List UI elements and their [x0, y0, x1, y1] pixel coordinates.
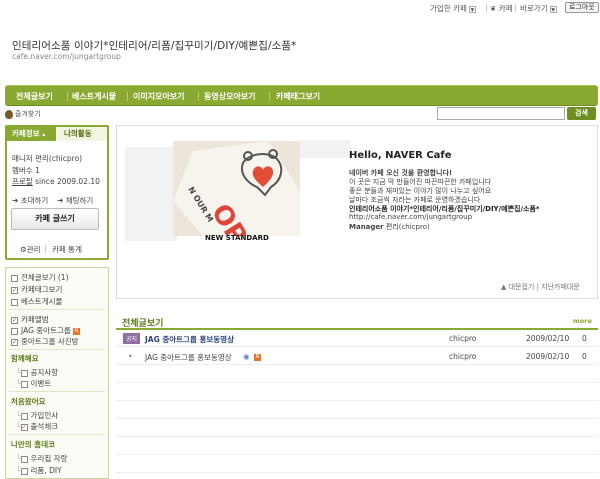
- banner-shadow: [125, 147, 177, 241]
- chat-link[interactable]: ➜ 채팅하기: [57, 195, 93, 206]
- bullet-icon: •: [128, 352, 133, 361]
- photo-icon: ✓: [11, 338, 18, 346]
- cafe-home-link[interactable]: ❦ 카페: [490, 3, 513, 14]
- menu-group-homedeco: 나만의 홈데코: [11, 440, 56, 449]
- menu-reform[interactable]: └ 리폼, DIY: [16, 465, 62, 476]
- album-icon: ✓: [11, 316, 18, 324]
- post-author[interactable]: chicpro: [449, 352, 476, 361]
- stats-link[interactable]: 카페 통계: [52, 244, 82, 255]
- welcome-manager: Manager 편리(chicpro): [349, 223, 430, 231]
- menu-group-together: 함께해요: [11, 354, 39, 363]
- tab-my-activity[interactable]: 나의활동: [57, 127, 107, 141]
- manager-info: 매니저 편리(chicpro): [12, 154, 83, 163]
- menu-album[interactable]: ✓ 카페앨범: [11, 314, 49, 325]
- post-title[interactable]: JAG 중아트그룹 홍보동영상: [145, 334, 234, 345]
- arrow-icon: ➜: [12, 196, 19, 205]
- menu-tags[interactable]: ✓ 카페태그보기: [11, 284, 62, 295]
- acorn-icon: [5, 109, 13, 119]
- post-title[interactable]: JAG 중아트그룹 홍보동영상: [145, 352, 232, 363]
- post-view-count: 0: [582, 352, 587, 361]
- post-date: 2009/02/10: [526, 334, 570, 343]
- main-nav: 전체글보기 베스트게시물 이미지모아보기 동영상모아보기 카페태그보기: [5, 85, 598, 106]
- menu-greeting[interactable]: └ 가입인사: [16, 410, 58, 421]
- arrow-icon: ➜: [57, 196, 64, 205]
- welcome-url[interactable]: http://cafe.naver.com/jungartgroup: [349, 213, 472, 221]
- menu-my-brag[interactable]: └ 우리집 자랑: [16, 453, 67, 464]
- board-icon: [20, 467, 28, 475]
- menu-best[interactable]: 베스트게시물: [11, 296, 62, 307]
- cafe-info-box: [5, 125, 109, 260]
- cafe-write-button[interactable]: 카페 글쓰기: [11, 208, 99, 230]
- cafe-url[interactable]: cafe.naver.com/jungartgroup: [12, 52, 121, 61]
- profile-since: 프로필 since 2009.02.10: [12, 177, 100, 186]
- profile-link[interactable]: 프로필: [12, 177, 33, 186]
- nav-all-posts[interactable]: 전체글보기: [16, 91, 53, 102]
- post-author[interactable]: chicpro: [449, 334, 476, 343]
- leaf-icon: ❦: [490, 4, 497, 13]
- banner-caption: NEW STANDARD: [205, 234, 269, 242]
- joined-cafe-dropdown[interactable]: 가입한 카페 ▾: [430, 3, 476, 14]
- table-row: [116, 366, 598, 383]
- table-row[interactable]: • JAG 중아트그룹 홍보동영상 ◉ N chicpro 2009/02/10…: [116, 348, 598, 365]
- tag-icon: ✓: [11, 286, 18, 294]
- menu-notice[interactable]: └ 공지사항: [16, 367, 58, 378]
- menu-attendance[interactable]: └✓ 출석체크: [16, 421, 58, 432]
- open-sign-illustration: OPEN N OUR M: [173, 141, 300, 236]
- table-row: [116, 402, 598, 419]
- menu-jag-group[interactable]: JAG 중아트그룹 N: [11, 325, 80, 336]
- board-icon: [20, 369, 28, 377]
- new-badge-icon: N: [254, 353, 261, 361]
- menu-all-posts[interactable]: 전체글보기 (1): [11, 272, 69, 283]
- cafe-title[interactable]: 인테리어소품 이야기*인테리어/리폼/집꾸미기/DIY/예쁜집/소품*: [12, 38, 296, 53]
- more-link[interactable]: more: [573, 317, 592, 325]
- board-icon: [20, 380, 28, 388]
- nav-video-gallery[interactable]: 동영상모아보기: [204, 91, 256, 102]
- top-bar: 가입한 카페 ▾ | ❦ 카페 | 바로가기 ▾ 로그아웃: [0, 0, 600, 16]
- notice-badge: 공지: [123, 333, 141, 344]
- shortcut-dropdown[interactable]: 바로가기 ▾: [520, 3, 557, 14]
- post-view-count: 0: [582, 334, 587, 343]
- nav-best-posts[interactable]: 베스트게시물: [72, 91, 116, 102]
- chevron-down-icon: ▾: [468, 4, 476, 14]
- tab-cafe-info[interactable]: 카페정보 ▴: [7, 127, 56, 141]
- banner-image: OPEN N OUR M: [173, 141, 300, 236]
- chevron-down-icon: ▾: [549, 4, 557, 14]
- table-row: [116, 438, 598, 455]
- menu-event[interactable]: └ 이벤트: [16, 378, 51, 389]
- search-button[interactable]: 검색: [567, 107, 596, 120]
- board-icon: [11, 274, 18, 282]
- check-icon: ✓: [20, 423, 28, 431]
- video-icon: ◉: [243, 352, 250, 361]
- board-icon: [20, 412, 28, 420]
- post-date: 2009/02/10: [526, 352, 570, 361]
- board-icon: [20, 455, 28, 463]
- invite-link[interactable]: ➜ 초대하기: [12, 195, 48, 206]
- member-count: 멤버수 1: [12, 166, 40, 175]
- front-panel-links[interactable]: ▲ 대문접기 | 지난카페대문: [501, 282, 580, 292]
- banner-shadow: [298, 140, 350, 158]
- admin-link[interactable]: ⚙관리: [20, 244, 41, 255]
- logout-button[interactable]: 로그아웃: [565, 2, 599, 13]
- table-row[interactable]: 공지 JAG 중아트그룹 홍보동영상 chicpro 2009/02/10 0: [116, 330, 598, 347]
- welcome-title: Hello, NAVER Cafe: [349, 150, 452, 161]
- menu-jag-photo[interactable]: ✓ 중아트그룹 사진방: [11, 336, 79, 347]
- board-icon: [11, 327, 18, 335]
- favorite-link[interactable]: 즐겨찾기: [5, 109, 41, 119]
- menu-group-new: 처음왔어요: [11, 397, 46, 406]
- table-row: [116, 456, 598, 473]
- nav-image-gallery[interactable]: 이미지모아보기: [133, 91, 185, 102]
- new-badge-icon: N: [72, 327, 80, 335]
- search-input[interactable]: [437, 107, 565, 120]
- nav-tag-view[interactable]: 카페태그보기: [276, 91, 320, 102]
- gear-icon: ⚙: [20, 245, 27, 254]
- table-row: [116, 384, 598, 401]
- table-row: [116, 420, 598, 437]
- chevron-up-icon: ▴: [42, 131, 46, 138]
- board-icon: [11, 298, 18, 306]
